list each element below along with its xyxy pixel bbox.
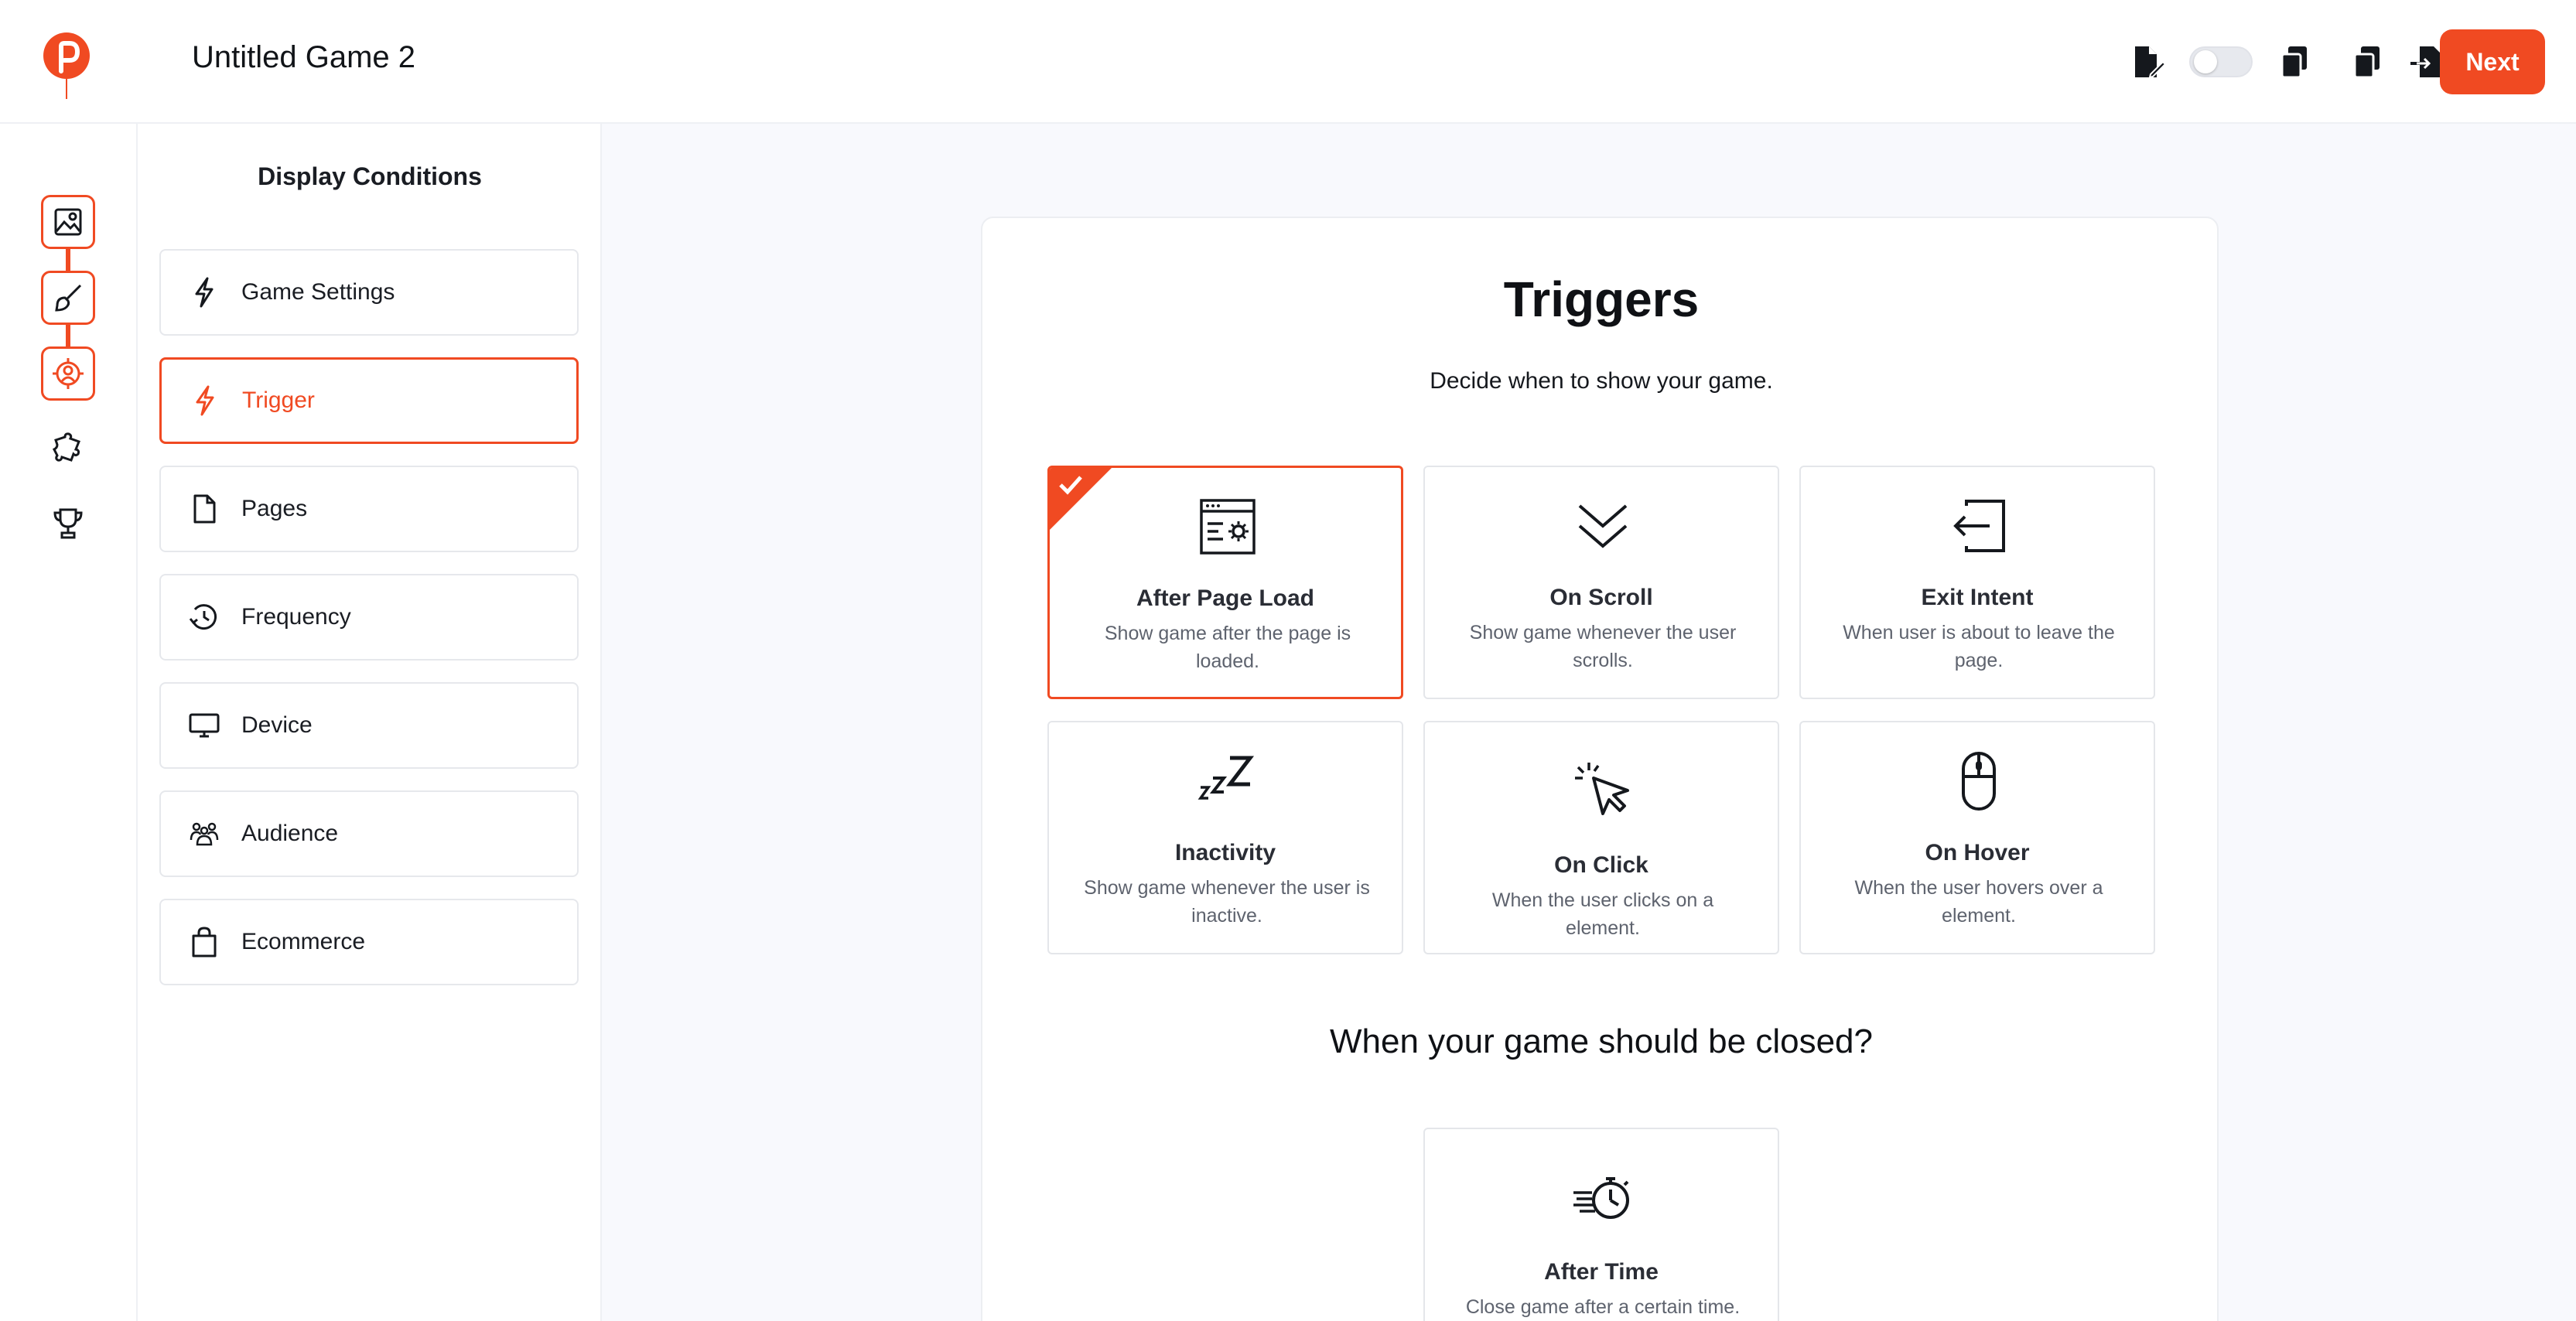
shopping-bag-icon [189,927,220,957]
rail-step-integrations[interactable] [41,421,95,475]
menu-item-label: Trigger [242,387,315,413]
triggers-subtitle: Decide when to show your game. [1430,368,1773,394]
menu-item-label: Device [241,712,313,738]
rail-step-rewards[interactable] [41,497,95,551]
option-description: Show game whenever the user scrolls. [1469,622,1737,671]
option-title: After Time [1544,1259,1659,1285]
rail-step-style[interactable] [41,271,95,325]
cursor-click-icon [1575,763,1629,815]
rail-step-display-conditions[interactable] [41,346,95,401]
audience-icon [189,818,220,849]
panel-title: Display Conditions [258,162,482,190]
duplicate-icon[interactable] [2276,43,2313,80]
trophy-icon [53,508,83,539]
menu-item-label: Frequency [241,604,351,630]
game-title[interactable]: Untitled Game 2 [192,40,415,75]
menu-item-label: Audience [241,821,339,846]
step-rail [0,124,138,1321]
trigger-option-exit-intent[interactable]: Exit Intent When user is about to leave … [1799,466,2155,699]
triggers-title: Triggers [1503,271,1700,327]
main-area: Triggers Decide when to show your game. … [602,124,2576,1321]
option-title: Inactivity [1174,840,1276,865]
menu-item-label: Pages [241,496,308,521]
frequency-icon [189,602,220,633]
menu-item-audience[interactable]: Audience [159,790,579,877]
option-description: When the user hovers over a element. [1854,877,2103,927]
option-title: On Scroll [1549,585,1653,610]
menu-item-label: Game Settings [241,279,395,305]
trigger-option-on-click[interactable]: On Click When the user clicks on a eleme… [1423,721,1779,954]
close-section-title: When your game should be closed? [1330,1022,1873,1060]
menu-item-game-settings[interactable]: Game Settings [159,249,579,336]
trigger-option-on-scroll[interactable]: On Scroll Show game whenever the user sc… [1423,466,1779,699]
lightning-icon [190,385,220,416]
page-load-icon [1200,499,1256,555]
brush-icon [55,284,82,312]
sleep-icon [1197,756,1255,800]
display-conditions-panel: Display Conditions Game Settings Trigger… [138,124,602,1321]
checkmark-icon [1059,476,1082,495]
copy-icon[interactable] [2349,43,2386,80]
trigger-option-on-hover[interactable]: On Hover When the user hovers over a ele… [1799,721,2155,954]
menu-item-pages[interactable]: Pages [159,466,579,552]
menu-item-trigger[interactable]: Trigger [159,357,579,444]
trigger-option-inactivity[interactable]: Inactivity Show game whenever the user i… [1047,721,1403,954]
rail-step-design[interactable] [41,195,95,249]
exit-icon [1953,500,2005,552]
image-icon [54,208,82,236]
menu-item-device[interactable]: Device [159,682,579,769]
double-chevron-down-icon [1578,504,1628,548]
stopwatch-icon [1573,1177,1629,1219]
option-description: Show game whenever the user is inactive. [1084,877,1370,927]
option-title: On Hover [1925,840,2030,865]
option-title: After Page Load [1136,585,1315,611]
preview-toggle[interactable] [2189,46,2253,77]
menu-item-label: Ecommerce [241,929,366,954]
edit-file-icon[interactable] [2129,43,2166,80]
option-description: Show game after the page is loaded. [1104,623,1351,672]
monitor-icon [189,710,220,741]
option-title: Exit Intent [1921,585,2034,610]
lightning-icon [189,277,220,308]
page-icon [189,493,220,524]
puzzle-icon [52,432,80,462]
option-description: When user is about to leave the page. [1843,622,2115,671]
option-description: Close game after a certain time. [1465,1296,1741,1318]
option-description: When the user clicks on a element. [1491,889,1714,939]
app-root: Untitled Game 2 Next Display Conditions … [0,0,2576,1321]
target-icon [53,358,84,389]
mouse-icon [1962,752,1996,811]
next-button[interactable]: Next [2440,29,2545,94]
close-option-after-time[interactable]: After Time Close game after a certain ti… [1423,1128,1779,1321]
triggers-card: Triggers Decide when to show your game. … [981,217,2219,1321]
menu-item-frequency[interactable]: Frequency [159,574,579,660]
menu-item-ecommerce[interactable]: Ecommerce [159,899,579,985]
option-title: On Click [1554,852,1648,878]
toggle-knob [2194,50,2217,73]
trigger-option-after-page-load[interactable]: After Page Load Show game after the page… [1047,466,1403,699]
top-header: Untitled Game 2 Next [0,0,2576,124]
brand-logo[interactable] [42,32,91,102]
